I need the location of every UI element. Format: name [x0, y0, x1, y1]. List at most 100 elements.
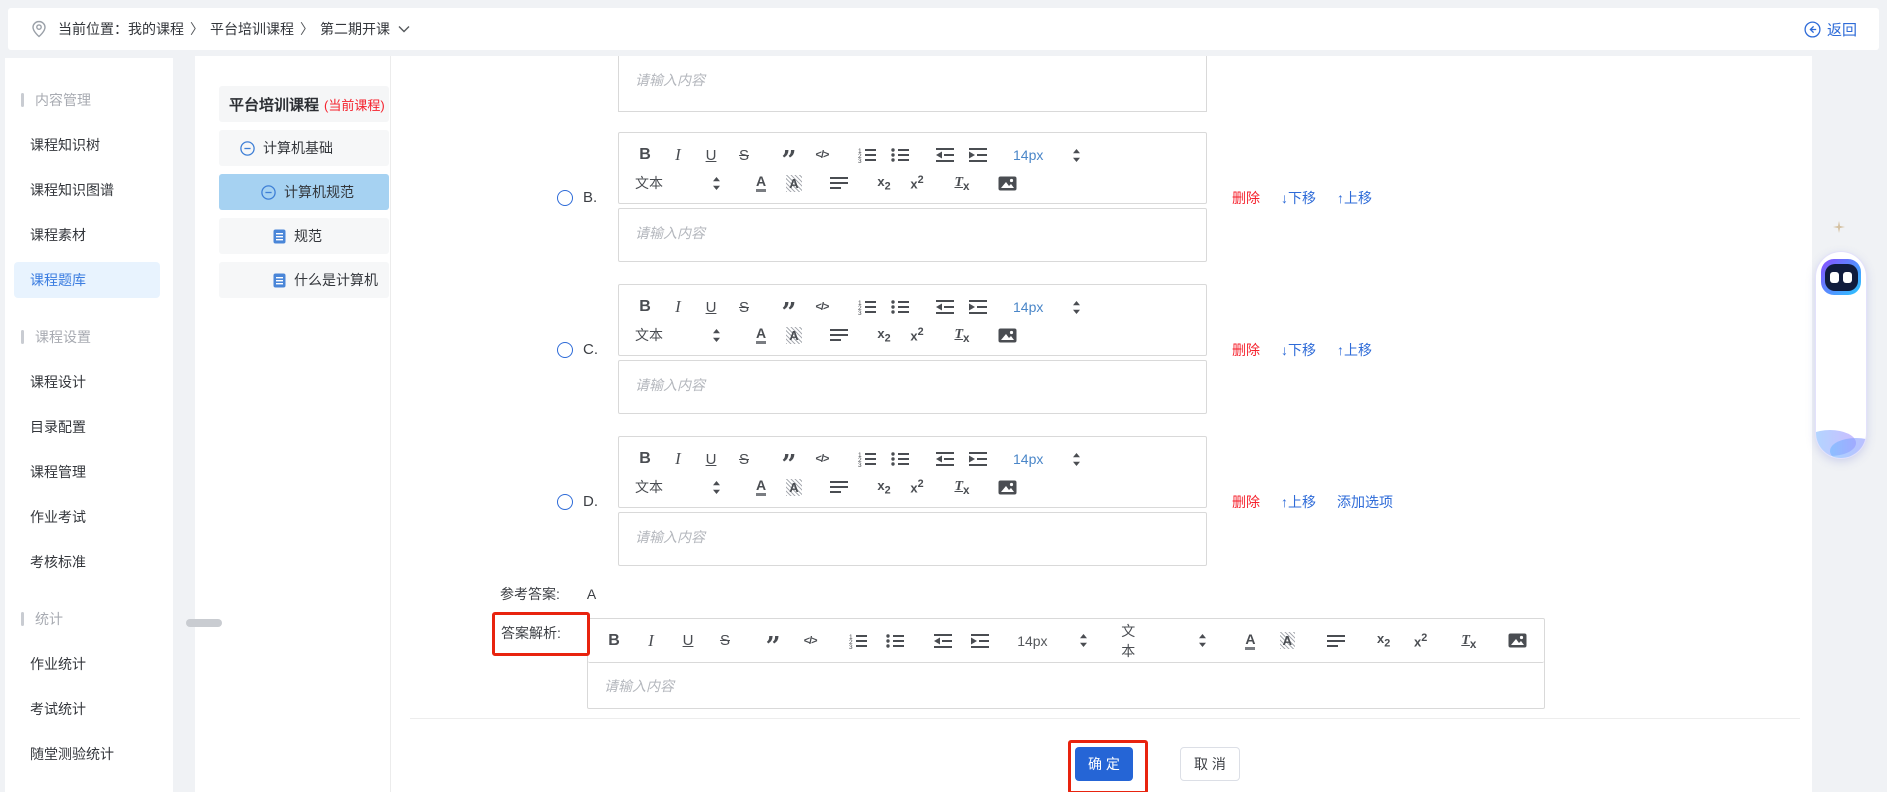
indent-icon[interactable] [968, 141, 988, 169]
indent-icon[interactable] [968, 293, 988, 321]
quote-icon[interactable]: ” [779, 445, 799, 473]
font-family-stepper-icon[interactable] [706, 473, 726, 501]
underline-icon[interactable]: U [701, 293, 721, 321]
delete-option-link[interactable]: 删除 [1232, 492, 1260, 512]
bg-color-icon[interactable]: A [784, 321, 804, 349]
clear-format-icon[interactable]: Tx [952, 169, 972, 197]
underline-icon[interactable]: U [701, 445, 721, 473]
bold-icon[interactable]: B [635, 445, 655, 473]
unordered-list-icon[interactable] [890, 141, 910, 169]
option-radio[interactable] [557, 494, 573, 510]
font-family-select[interactable]: 文本 [635, 321, 693, 349]
image-icon[interactable] [997, 321, 1017, 349]
subscript-icon[interactable]: x2 [1374, 627, 1394, 655]
chevron-down-icon[interactable] [398, 25, 410, 33]
unordered-list-icon[interactable] [890, 445, 910, 473]
clear-format-icon[interactable]: Tx [1459, 627, 1479, 655]
align-icon[interactable] [1326, 627, 1346, 655]
sidebar-item[interactable]: 作业统计 [14, 646, 160, 682]
unordered-list-icon[interactable] [885, 627, 905, 655]
subscript-icon[interactable]: x2 [874, 473, 894, 501]
sidebar-item[interactable]: 考核标准 [14, 544, 160, 580]
strikethrough-icon[interactable]: S [715, 627, 735, 655]
move-up-link[interactable]: ↑上移 [1337, 188, 1372, 208]
bold-icon[interactable]: B [604, 627, 624, 655]
option-radio[interactable] [557, 342, 573, 358]
analysis-editor-input[interactable]: 请输入内容 [588, 663, 1544, 708]
bg-color-icon[interactable]: A [784, 169, 804, 197]
code-icon[interactable]: </> [812, 445, 832, 473]
subscript-icon[interactable]: x2 [874, 169, 894, 197]
strikethrough-icon[interactable]: S [734, 293, 754, 321]
code-icon[interactable]: </> [812, 141, 832, 169]
sidebar-item[interactable]: 课程素材 [14, 217, 160, 253]
quote-icon[interactable]: ” [779, 293, 799, 321]
font-size-stepper-icon[interactable] [1066, 293, 1086, 321]
move-up-link[interactable]: ↑上移 [1337, 340, 1372, 360]
code-icon[interactable]: </> [812, 293, 832, 321]
superscript-icon[interactable]: x2 [907, 169, 927, 197]
sidebar-item[interactable]: 作业考试 [14, 499, 160, 535]
align-icon[interactable] [829, 321, 849, 349]
sidebar-item[interactable]: 课程知识图谱 [14, 172, 160, 208]
breadcrumb-item[interactable]: 我的课程 [128, 19, 184, 39]
font-color-icon[interactable]: A [751, 321, 771, 349]
option-editor-input[interactable]: 请输入内容 [618, 360, 1207, 414]
indent-icon[interactable] [968, 445, 988, 473]
bg-color-icon[interactable]: A [1277, 627, 1297, 655]
font-size-select[interactable]: 14px [1019, 627, 1057, 655]
font-family-select[interactable]: 文本 [635, 473, 693, 501]
option-radio[interactable] [557, 190, 573, 206]
clear-format-icon[interactable]: Tx [952, 473, 972, 501]
image-icon[interactable] [997, 473, 1017, 501]
font-size-select[interactable]: 14px [1013, 141, 1053, 169]
tree-node-branch[interactable]: 计算机规范 [219, 174, 389, 210]
move-down-link[interactable]: ↓下移 [1281, 188, 1316, 208]
horizontal-scrollbar-thumb[interactable] [186, 619, 222, 627]
strikethrough-icon[interactable]: S [734, 141, 754, 169]
font-size-stepper-icon[interactable] [1066, 141, 1086, 169]
back-button[interactable]: 返回 [1804, 19, 1857, 40]
sidebar-item[interactable]: 课程题库 [14, 262, 160, 298]
ordered-list-icon[interactable]: 123 [848, 627, 868, 655]
code-icon[interactable]: </> [800, 627, 820, 655]
italic-icon[interactable]: I [668, 141, 688, 169]
font-color-icon[interactable]: A [751, 473, 771, 501]
outdent-icon[interactable] [935, 141, 955, 169]
align-icon[interactable] [829, 473, 849, 501]
font-size-select[interactable]: 14px [1013, 445, 1053, 473]
italic-icon[interactable]: I [668, 293, 688, 321]
assistant-widget[interactable]: 职教一问 [1816, 252, 1866, 458]
outdent-icon[interactable] [933, 627, 953, 655]
font-color-icon[interactable]: A [751, 169, 771, 197]
tree-node-branch[interactable]: 计算机基础 [219, 130, 389, 166]
underline-icon[interactable]: U [701, 141, 721, 169]
collapse-node-icon[interactable] [240, 141, 255, 156]
align-icon[interactable] [829, 169, 849, 197]
outdent-icon[interactable] [935, 293, 955, 321]
italic-icon[interactable]: I [641, 627, 661, 655]
breadcrumb-item[interactable]: 第二期开课 [320, 19, 390, 39]
font-family-select[interactable]: 文本 [1121, 627, 1175, 655]
option-editor-input[interactable]: 请输入内容 [618, 512, 1207, 566]
image-icon[interactable] [997, 169, 1017, 197]
font-family-stepper-icon[interactable] [706, 169, 726, 197]
font-size-stepper-icon[interactable] [1073, 627, 1093, 655]
superscript-icon[interactable]: x2 [1411, 627, 1431, 655]
clear-format-icon[interactable]: Tx [952, 321, 972, 349]
outdent-icon[interactable] [935, 445, 955, 473]
move-up-link[interactable]: ↑上移 [1281, 492, 1316, 512]
sidebar-item[interactable]: 随堂测验统计 [14, 736, 160, 772]
sidebar-item[interactable]: 课程知识树 [14, 127, 160, 163]
move-down-link[interactable]: ↓下移 [1281, 340, 1316, 360]
ordered-list-icon[interactable]: 123 [857, 445, 877, 473]
indent-icon[interactable] [970, 627, 990, 655]
strikethrough-icon[interactable]: S [734, 445, 754, 473]
confirm-button[interactable]: 确 定 [1075, 747, 1133, 781]
delete-option-link[interactable]: 删除 [1232, 188, 1260, 208]
sidebar-item[interactable]: 考试统计 [14, 691, 160, 727]
font-family-stepper-icon[interactable] [1192, 627, 1212, 655]
sidebar-item[interactable]: 课程设计 [14, 364, 160, 400]
sidebar-item[interactable]: 目录配置 [14, 409, 160, 445]
image-icon[interactable] [1507, 627, 1527, 655]
